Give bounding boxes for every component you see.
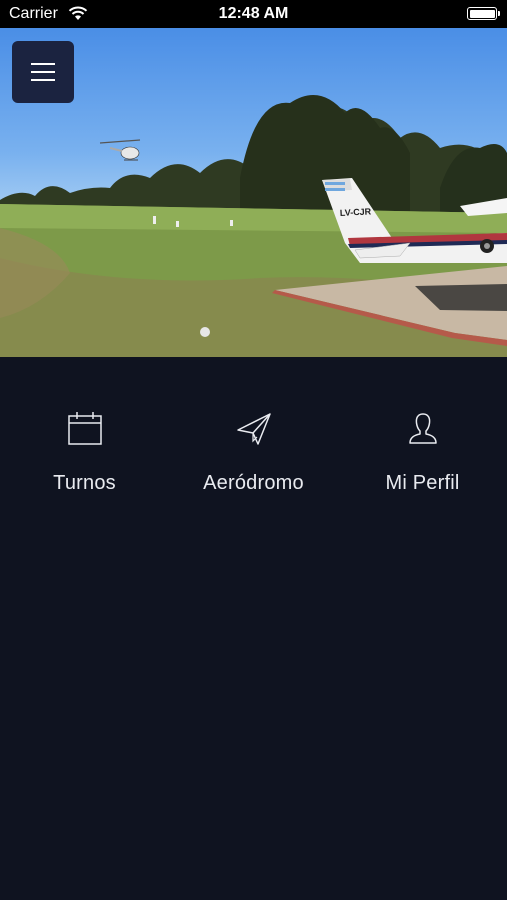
status-bar: Carrier 12:48 AM	[0, 0, 507, 28]
calendar-icon	[67, 412, 102, 445]
menu-button[interactable]	[12, 41, 74, 103]
hamburger-icon-line	[31, 79, 55, 81]
paper-plane-icon	[236, 413, 271, 445]
nav-item-mi-perfil[interactable]: Mi Perfil	[338, 410, 507, 495]
battery-icon	[467, 7, 500, 20]
nav-label-aerodromo: Aeródromo	[203, 472, 304, 494]
nav-item-turnos[interactable]: Turnos	[0, 410, 169, 495]
user-icon	[408, 413, 437, 444]
hamburger-icon-line	[31, 63, 55, 65]
nav-label-turnos: Turnos	[53, 472, 116, 494]
nav-item-aerodromo[interactable]: Aeródromo	[169, 410, 338, 495]
clock: 12:48 AM	[218, 5, 289, 22]
airfield-photo: LV-CJR	[0, 95, 507, 357]
aircraft-registration: LV-CJR	[340, 206, 372, 218]
hamburger-icon-line	[31, 71, 55, 73]
hero-image-carousel[interactable]: LV-CJR	[0, 28, 507, 357]
nav-label-mi-perfil: Mi Perfil	[385, 472, 460, 494]
carousel-page-indicator[interactable]	[200, 327, 210, 337]
